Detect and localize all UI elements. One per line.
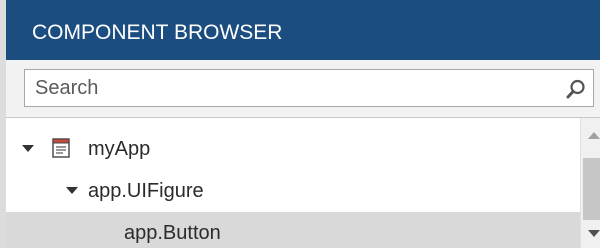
panel-header: COMPONENT BROWSER	[6, 0, 600, 60]
app-icon	[52, 138, 70, 158]
tree-node-label: app.UIFigure	[88, 180, 204, 202]
tree-scrollbar[interactable]	[580, 118, 600, 248]
expand-caret-icon[interactable]	[22, 145, 34, 152]
search-box[interactable]	[24, 69, 594, 107]
search-input[interactable]	[25, 70, 565, 106]
panel-title: COMPONENT BROWSER	[32, 21, 283, 44]
scrollbar-thumb[interactable]	[583, 158, 600, 220]
tree-node-label: myApp	[88, 138, 151, 160]
tree-node-label: app.Button	[124, 222, 221, 244]
component-browser-panel: COMPONENT BROWSER myApp app.UIFigure	[0, 0, 600, 248]
component-tree: myApp app.UIFigure app.Button	[6, 118, 580, 248]
search-icon[interactable]	[565, 78, 587, 100]
expand-caret-icon[interactable]	[66, 187, 78, 194]
tree-node-button[interactable]: app.Button	[6, 212, 580, 248]
tree-node-myapp[interactable]: myApp	[6, 128, 580, 170]
chevron-up-icon[interactable]	[588, 132, 600, 139]
chevron-down-icon[interactable]	[588, 230, 600, 237]
tree-node-uifigure[interactable]: app.UIFigure	[6, 170, 580, 212]
